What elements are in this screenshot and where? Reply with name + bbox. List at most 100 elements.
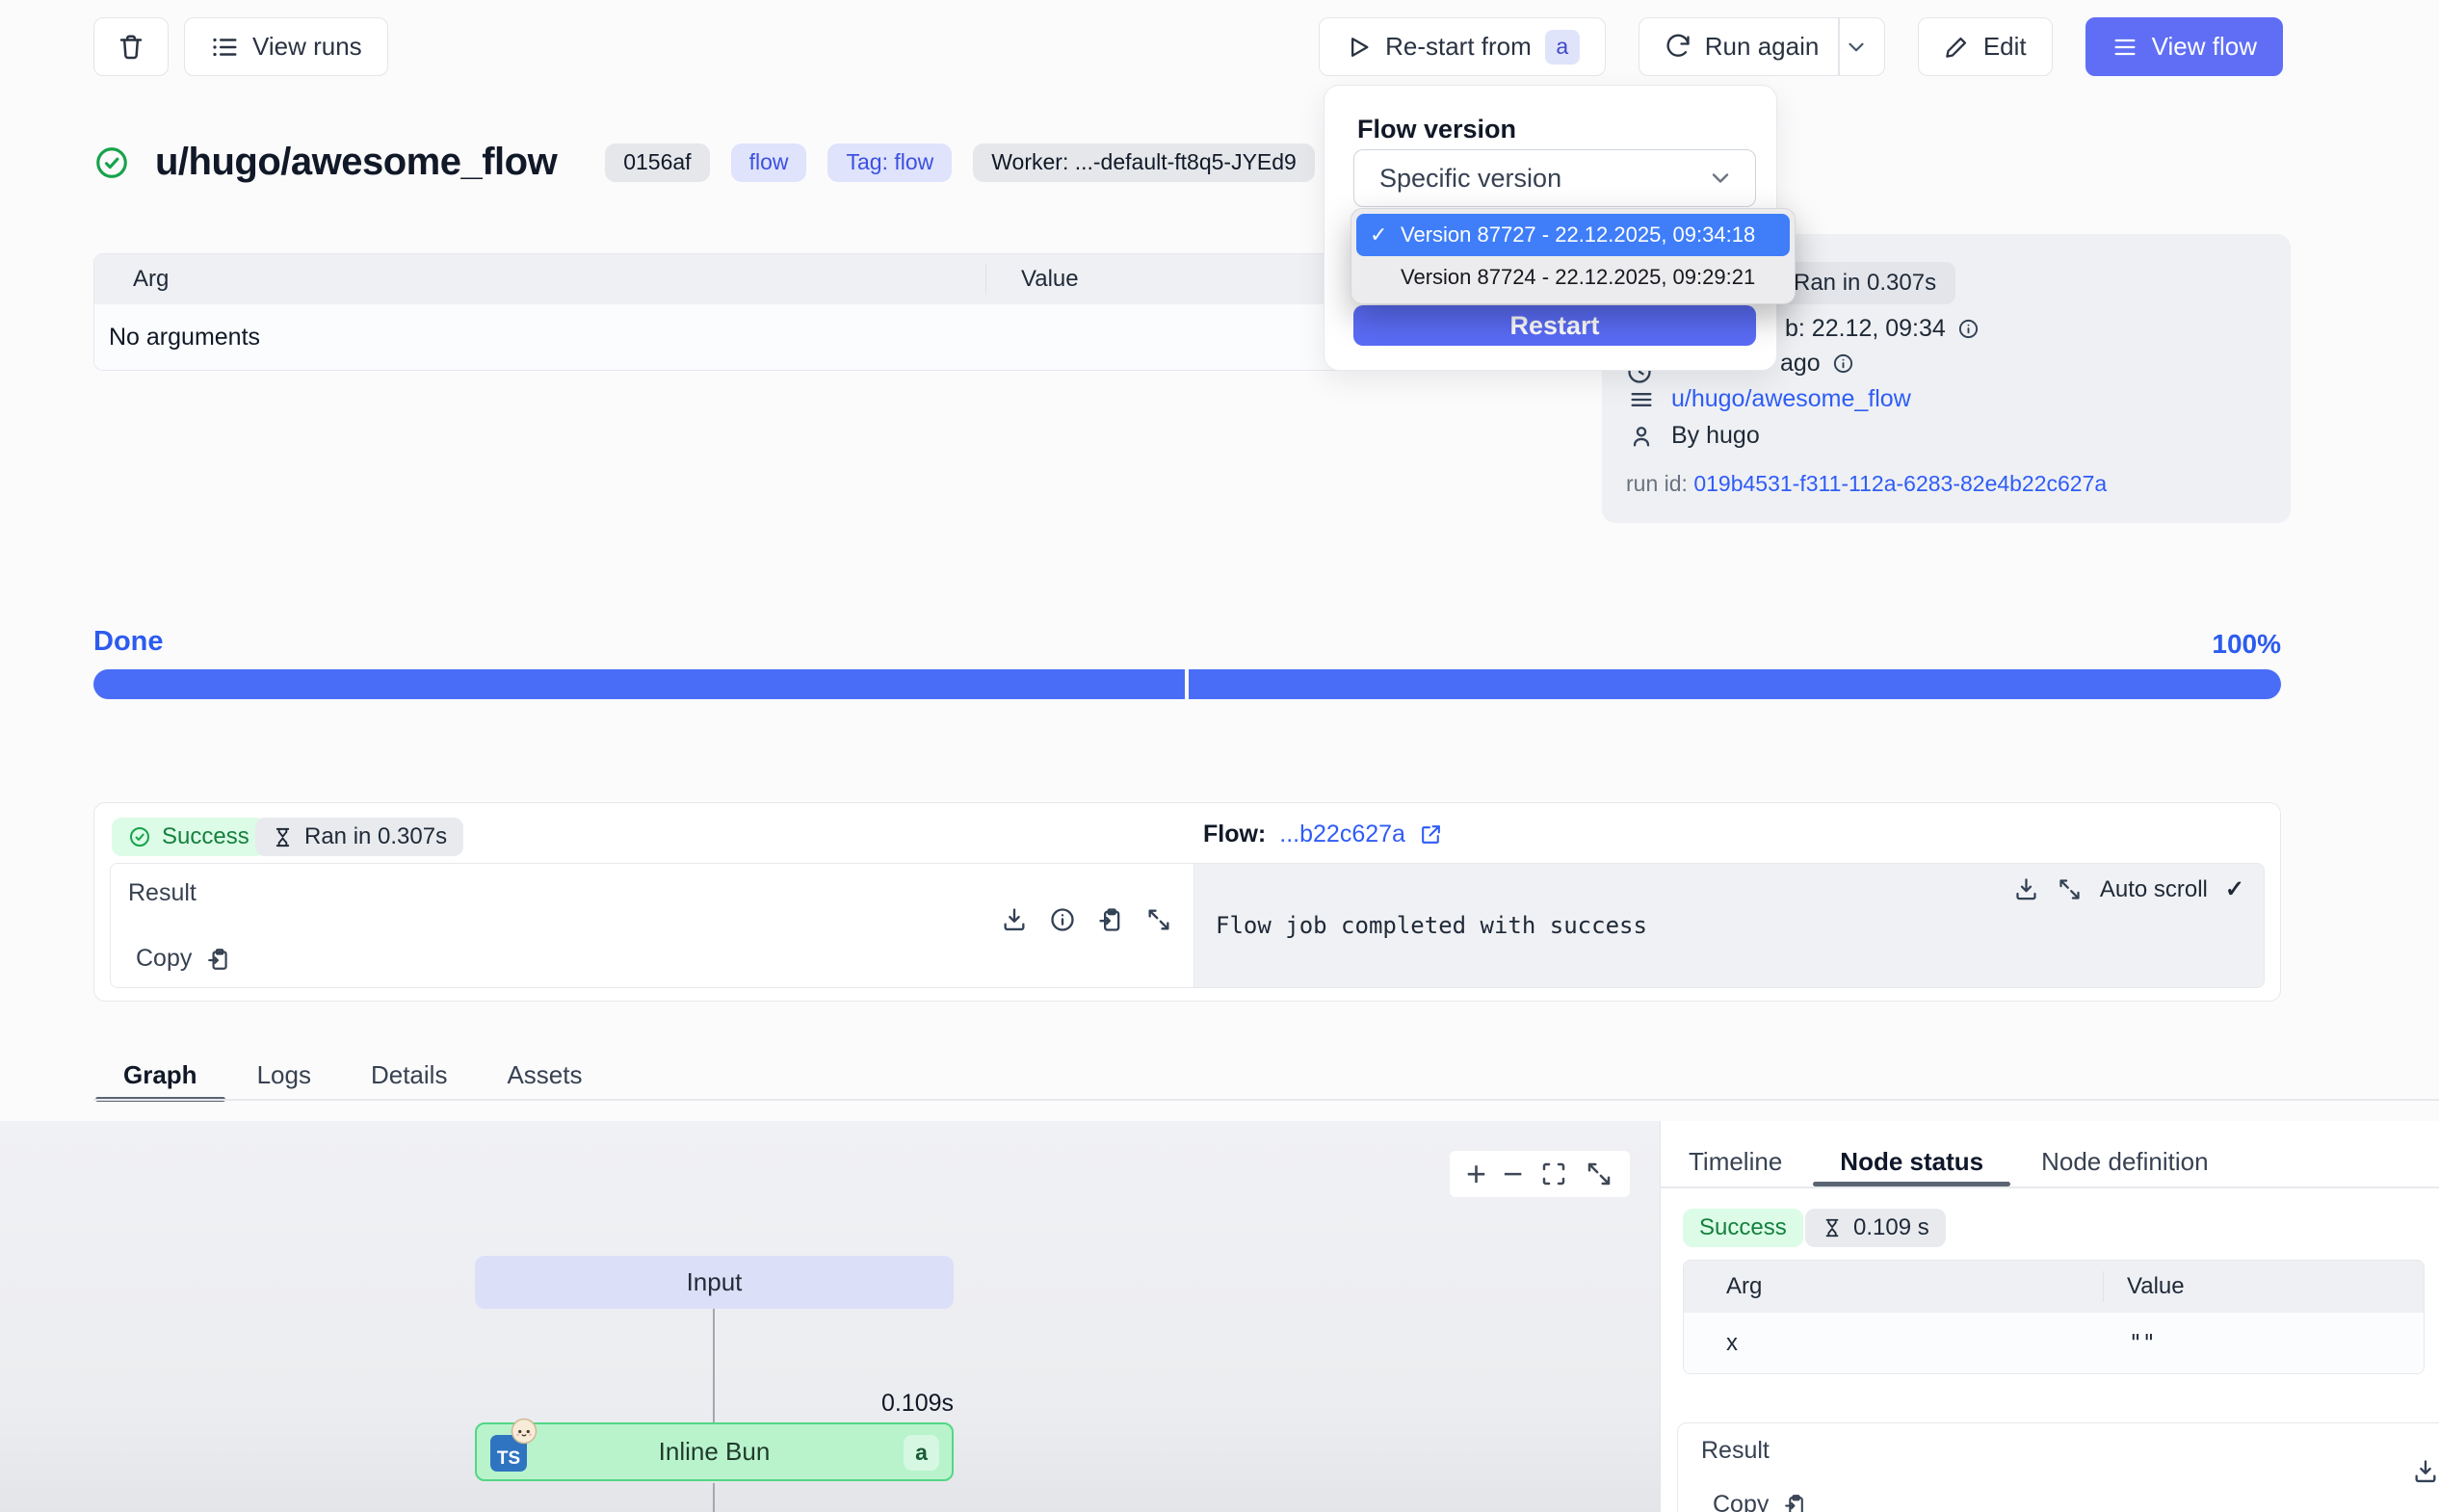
expand-icon[interactable]: [1585, 1160, 1613, 1188]
run-id-line: run id: 019b4531-f311-112a-6283-82e4b22c…: [1626, 471, 2107, 497]
download-icon[interactable]: [1001, 906, 1028, 933]
commit-badge: 0156af: [605, 143, 709, 182]
view-runs-button[interactable]: View runs: [184, 17, 388, 76]
auto-scroll-label[interactable]: Auto scroll: [2100, 876, 2208, 903]
restart-button[interactable]: Restart: [1353, 305, 1756, 346]
restart-from-label: Re-start from: [1385, 32, 1532, 62]
tab-assets[interactable]: Assets: [477, 1050, 612, 1100]
zoom-in-button[interactable]: +: [1466, 1157, 1486, 1191]
flow-id-link[interactable]: ...b22c627a: [1279, 821, 1405, 848]
result-content-box: Result Copy Auto scroll ✓: [110, 863, 2265, 988]
check-circle-icon: [93, 144, 130, 181]
log-output: Flow job completed with success: [1216, 912, 1647, 939]
run-id-label: run id:: [1626, 471, 1693, 496]
copy-label: Copy: [136, 945, 192, 973]
check-icon[interactable]: ✓: [2225, 875, 2244, 903]
log-pane: Auto scroll ✓ Flow job completed with su…: [1193, 864, 2264, 987]
hourglass-icon: [1822, 1217, 1843, 1238]
flow-icon: [1628, 386, 1655, 413]
arg-value: "": [2103, 1331, 2424, 1356]
started-ago-line: ago: [1780, 350, 1854, 378]
worker-badge: Worker: ...-default-ft8q5-JYEd9: [973, 143, 1315, 182]
main-tabs: Graph Logs Details Assets: [93, 1050, 612, 1100]
edit-button[interactable]: Edit: [1918, 17, 2053, 76]
edit-label: Edit: [1983, 32, 2027, 62]
info-icon[interactable]: [1957, 318, 1980, 340]
info-icon[interactable]: [1049, 906, 1076, 933]
tab-graph[interactable]: Graph: [93, 1050, 227, 1100]
delete-button[interactable]: [93, 17, 169, 76]
success-badge: Success: [112, 818, 266, 856]
node-result-panel: Result Copy: [1677, 1422, 2439, 1512]
progress-percent: 100%: [2212, 629, 2281, 660]
clipboard-icon: [206, 947, 231, 972]
run-again-button[interactable]: Run again: [1639, 17, 1885, 76]
chevron-down-icon[interactable]: [1844, 35, 1869, 60]
kind-badge[interactable]: flow: [731, 143, 807, 182]
graph-edge: [713, 1309, 715, 1422]
tab-timeline[interactable]: Timeline: [1689, 1136, 1782, 1186]
maximize-icon[interactable]: [1145, 906, 1172, 933]
popup-title: Flow version: [1357, 115, 1516, 144]
graph-edge: [713, 1483, 715, 1512]
zoom-out-button[interactable]: −: [1503, 1157, 1523, 1191]
title-row: u/hugo/awesome_flow 0156af flow Tag: flo…: [93, 141, 1315, 184]
download-icon[interactable]: [2412, 1458, 2439, 1485]
arg-column-header: Arg: [1684, 1273, 2103, 1300]
node-args-table: Arg Value x "": [1683, 1260, 2425, 1374]
progress-bar: [93, 669, 2281, 699]
flow-path-link[interactable]: u/hugo/awesome_flow: [1671, 385, 1911, 413]
node-duration-badge: 0.109 s: [1805, 1209, 1946, 1247]
check-icon: ✓: [1370, 222, 1401, 248]
result-label: Result: [128, 879, 197, 907]
result-card: Success Ran in 0.307s Flow: ...b22c627a …: [93, 802, 2281, 1002]
tab-node-definition[interactable]: Node definition: [2041, 1136, 2208, 1186]
result-pane: Result Copy: [111, 864, 1193, 987]
info-icon[interactable]: [1832, 352, 1854, 375]
tag-badge[interactable]: Tag: flow: [827, 143, 952, 182]
node-arg-row: x "": [1684, 1313, 2424, 1373]
clipboard-icon: [1783, 1493, 1807, 1512]
progress-segment: [1189, 669, 2281, 699]
version-select[interactable]: Specific version: [1353, 149, 1756, 207]
input-node[interactable]: Input: [475, 1256, 954, 1309]
fit-view-icon[interactable]: [1539, 1160, 1568, 1188]
list-icon: [210, 33, 239, 62]
step-id-badge: a: [904, 1435, 939, 1471]
tab-logs[interactable]: Logs: [227, 1050, 341, 1100]
restart-from-step-badge: a: [1545, 30, 1580, 65]
tab-details[interactable]: Details: [341, 1050, 477, 1100]
trash-icon: [117, 33, 145, 62]
run-again-label: Run again: [1705, 32, 1820, 62]
view-flow-button[interactable]: View flow: [2085, 17, 2283, 76]
flow-run-page: View runs Re-start from a Run again Edit…: [0, 0, 2439, 1512]
step-node-inline-bun[interactable]: TS Inline Bun a: [475, 1422, 954, 1481]
progress-segment: [93, 669, 1185, 699]
progress-status: Done: [93, 626, 164, 658]
page-title: u/hugo/awesome_flow: [155, 141, 557, 184]
hourglass-icon: [272, 826, 294, 848]
view-flow-label: View flow: [2152, 32, 2257, 62]
copy-button[interactable]: Copy: [1713, 1491, 1807, 1512]
clipboard-paste-icon[interactable]: [1097, 906, 1124, 933]
pencil-icon: [1944, 34, 1970, 60]
copy-button[interactable]: Copy: [136, 945, 231, 973]
flow-path-line: u/hugo/awesome_flow: [1628, 385, 1911, 413]
arg-name: x: [1684, 1330, 2103, 1357]
chevron-down-icon: [1707, 165, 1734, 192]
download-icon[interactable]: [2013, 876, 2039, 902]
run-id-link[interactable]: 019b4531-f311-112a-6283-82e4b22c627a: [1693, 471, 2107, 496]
version-option-selected[interactable]: ✓ Version 87727 - 22.12.2025, 09:34:18: [1356, 214, 1790, 256]
version-option[interactable]: Version 87724 - 22.12.2025, 09:29:21: [1356, 256, 1790, 299]
result-actions: [1001, 906, 1172, 933]
node-status-panel: Timeline Node status Node definition Suc…: [1660, 1121, 2439, 1512]
toolbar-right: Re-start from a Run again Edit View flow: [1319, 17, 2283, 76]
flow-link-line: Flow: ...b22c627a: [1203, 821, 1443, 848]
button-divider: [1838, 17, 1840, 76]
flow-graph-canvas[interactable]: + − Input 0.109s TS Inline Bun a: [0, 1121, 1660, 1512]
external-link-icon[interactable]: [1419, 822, 1443, 847]
tab-node-status[interactable]: Node status: [1840, 1136, 1983, 1186]
restart-from-button[interactable]: Re-start from a: [1319, 17, 1606, 76]
log-controls: Auto scroll ✓: [2013, 875, 2244, 903]
maximize-icon[interactable]: [2057, 876, 2083, 902]
